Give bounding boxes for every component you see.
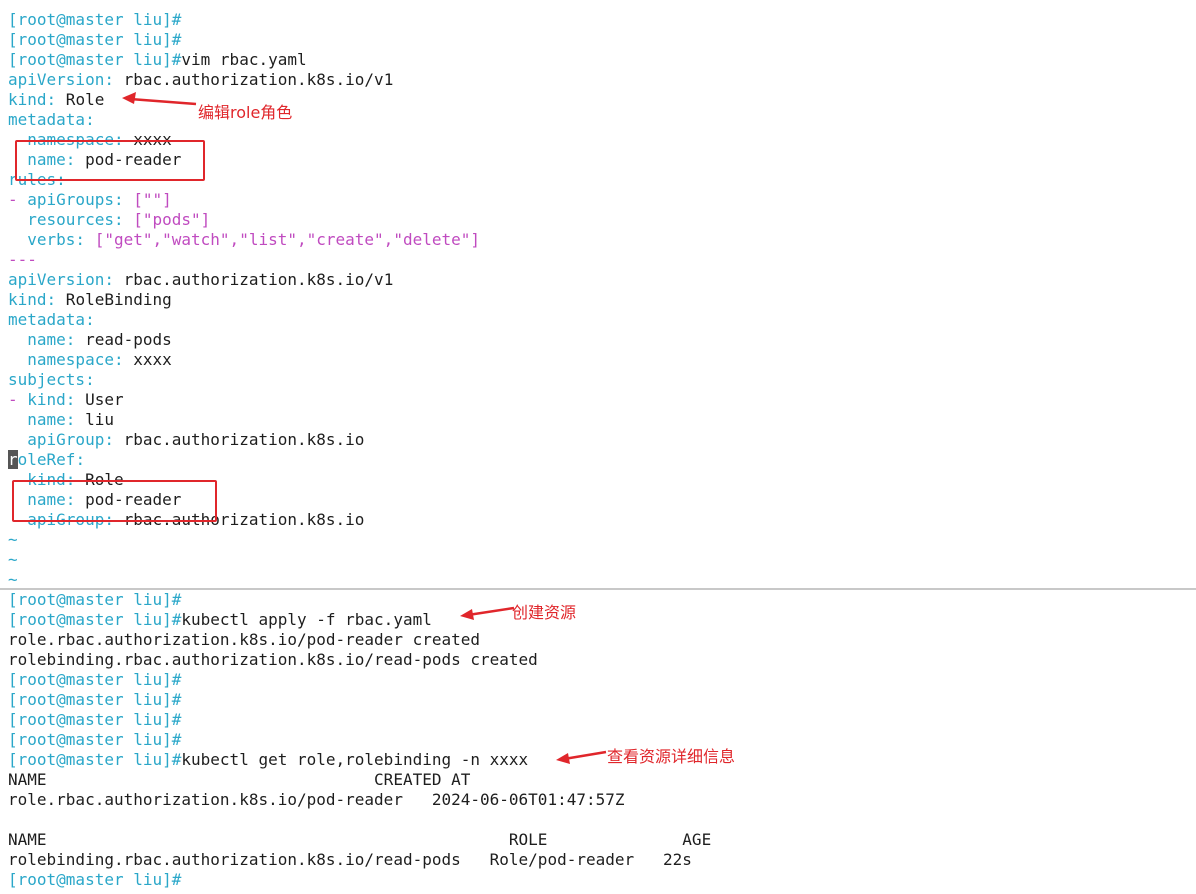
prompt: [root@master liu]# bbox=[8, 730, 182, 749]
yaml-value: rbac.authorization.k8s.io/v1 bbox=[113, 270, 394, 289]
yaml-key: name: bbox=[27, 410, 76, 429]
yaml-list-dash: - bbox=[8, 190, 28, 209]
yaml-key: name: bbox=[27, 330, 76, 349]
text-cursor: r bbox=[8, 450, 18, 469]
prompt: [root@master liu]# bbox=[8, 710, 182, 729]
yaml-key: kind: bbox=[8, 290, 57, 309]
prompt: [root@master liu]# bbox=[8, 30, 182, 49]
yaml-key: metadata: bbox=[8, 310, 95, 329]
yaml-list-dash: - bbox=[8, 390, 28, 409]
prompt: [root@master liu]# bbox=[8, 590, 182, 609]
yaml-key: oleRef: bbox=[17, 450, 86, 469]
yaml-value: Role bbox=[56, 90, 105, 109]
yaml-value: ["get","watch","list","create","delete"] bbox=[85, 230, 481, 249]
yaml-key: apiGroup: bbox=[27, 430, 114, 449]
prompt: [root@master liu]# bbox=[8, 50, 182, 69]
yaml-key: resources: bbox=[27, 210, 124, 229]
yaml-value: User bbox=[75, 390, 124, 409]
shell-pane[interactable]: [root@master liu]# [root@master liu]#kub… bbox=[0, 590, 1196, 894]
prompt: [root@master liu]# bbox=[8, 750, 182, 769]
yaml-value: ["pods"] bbox=[123, 210, 211, 229]
annotation-create-resource: 创建资源 bbox=[512, 603, 577, 622]
empty-line-tilde: ~ bbox=[8, 570, 18, 589]
apply-output: rolebinding.rbac.authorization.k8s.io/re… bbox=[8, 650, 538, 669]
empty-line-tilde: ~ bbox=[8, 530, 18, 549]
yaml-key: namespace: bbox=[27, 350, 124, 369]
prompt: [root@master liu]# bbox=[8, 870, 182, 889]
annotation-view-details: 查看资源详细信息 bbox=[607, 747, 736, 766]
yaml-key: apiVersion: bbox=[8, 270, 114, 289]
prompt: [root@master liu]# bbox=[8, 10, 182, 29]
binding-table-header: NAME ROLE AGE bbox=[8, 830, 712, 849]
yaml-key: apiVersion: bbox=[8, 70, 114, 89]
binding-table-row: rolebinding.rbac.authorization.k8s.io/re… bbox=[8, 850, 692, 869]
yaml-value: liu bbox=[75, 410, 114, 429]
yaml-value: [""] bbox=[123, 190, 172, 209]
prompt: [root@master liu]# bbox=[8, 670, 182, 689]
yaml-key: verbs: bbox=[27, 230, 86, 249]
prompt: [root@master liu]# bbox=[8, 610, 182, 629]
highlight-box-roleref-name bbox=[12, 480, 217, 522]
yaml-doc-separator: --- bbox=[8, 250, 37, 269]
empty-line-tilde: ~ bbox=[8, 550, 18, 569]
get-command: kubectl get role,rolebinding -n xxxx bbox=[181, 750, 529, 769]
role-table-row: role.rbac.authorization.k8s.io/pod-reade… bbox=[8, 790, 625, 809]
shell-output[interactable]: [root@master liu]# [root@master liu]#kub… bbox=[0, 590, 1196, 890]
yaml-value: read-pods bbox=[75, 330, 172, 349]
yaml-key: metadata: bbox=[8, 110, 95, 129]
yaml-value: RoleBinding bbox=[56, 290, 172, 309]
yaml-key: kind: bbox=[27, 390, 76, 409]
arrow-icon bbox=[556, 750, 607, 764]
annotation-edit-role: 编辑role角色 bbox=[198, 103, 293, 122]
highlight-box-role-name bbox=[15, 140, 205, 181]
yaml-value: rbac.authorization.k8s.io bbox=[113, 430, 365, 449]
apply-output: role.rbac.authorization.k8s.io/pod-reade… bbox=[8, 630, 481, 649]
role-table-header: NAME CREATED AT bbox=[8, 770, 471, 789]
prompt: [root@master liu]# bbox=[8, 690, 182, 709]
yaml-key: apiGroups: bbox=[27, 190, 124, 209]
yaml-value: rbac.authorization.k8s.io/v1 bbox=[113, 70, 394, 89]
apply-command: kubectl apply -f rbac.yaml bbox=[181, 610, 432, 629]
arrow-icon bbox=[460, 606, 515, 620]
yaml-value: xxxx bbox=[123, 350, 172, 369]
yaml-key: kind: bbox=[8, 90, 57, 109]
vim-command: vim rbac.yaml bbox=[181, 50, 307, 69]
arrow-icon bbox=[122, 92, 197, 106]
yaml-key: subjects: bbox=[8, 370, 95, 389]
